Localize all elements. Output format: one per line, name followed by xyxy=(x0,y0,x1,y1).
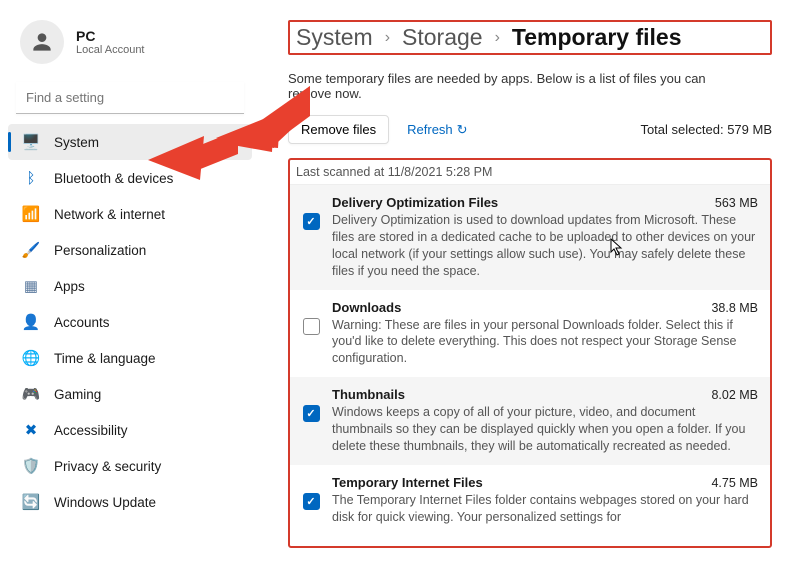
sidebar-item-system[interactable]: 🖥️ System xyxy=(8,124,252,160)
person-icon xyxy=(29,29,55,55)
sidebar-item-network-internet[interactable]: 📶 Network & internet xyxy=(8,196,252,232)
sidebar-item-apps[interactable]: ▦ Apps xyxy=(8,268,252,304)
nav-icon: 🎮 xyxy=(22,385,40,403)
file-row: ✓ Delivery Optimization Files 563 MB Delive… xyxy=(290,185,770,290)
nav-icon: ᛒ xyxy=(22,169,40,187)
file-title: Downloads xyxy=(332,300,401,315)
file-desc: Windows keeps a copy of all of your pict… xyxy=(332,404,758,455)
sidebar: PC Local Account 🖥️ System ᛒ Bluetooth & de… xyxy=(0,0,260,561)
actions-bar: Remove files Refresh ↻ Total selected: 5… xyxy=(288,115,772,144)
profile-name: PC xyxy=(76,28,145,44)
nav-icon: ▦ xyxy=(22,277,40,295)
search-input[interactable] xyxy=(16,82,244,114)
sidebar-item-personalization[interactable]: 🖌️ Personalization xyxy=(8,232,252,268)
file-desc: Warning: These are files in your persona… xyxy=(332,317,758,368)
nav-icon: 🌐 xyxy=(22,349,40,367)
file-row: ✓ Thumbnails 8.02 MB Windows keeps a copy o… xyxy=(290,377,770,465)
file-checkbox[interactable] xyxy=(303,318,320,335)
file-checkbox[interactable]: ✓ xyxy=(303,213,320,230)
profile-block[interactable]: PC Local Account xyxy=(8,12,252,78)
file-desc: Delivery Optimization is used to downloa… xyxy=(332,212,758,280)
chevron-right-icon: › xyxy=(385,29,390,47)
sidebar-item-label: Privacy & security xyxy=(54,459,161,474)
sidebar-item-label: Windows Update xyxy=(54,495,156,510)
sidebar-item-label: Accounts xyxy=(54,315,110,330)
sidebar-item-label: Bluetooth & devices xyxy=(54,171,173,186)
nav-icon: 🖥️ xyxy=(22,133,40,151)
file-size: 8.02 MB xyxy=(711,388,758,402)
page-description: Some temporary files are needed by apps.… xyxy=(288,71,708,101)
sidebar-item-windows-update[interactable]: 🔄 Windows Update xyxy=(8,484,252,520)
refresh-label: Refresh xyxy=(407,122,453,137)
sidebar-item-accessibility[interactable]: ✖ Accessibility xyxy=(8,412,252,448)
breadcrumb: System › Storage › Temporary files xyxy=(288,20,772,55)
sidebar-item-label: Apps xyxy=(54,279,85,294)
file-size: 563 MB xyxy=(715,196,758,210)
refresh-icon: ↻ xyxy=(457,122,468,138)
nav-icon: ✖ xyxy=(22,421,40,439)
file-checkbox[interactable]: ✓ xyxy=(303,493,320,510)
main-panel: System › Storage › Temporary files Some … xyxy=(260,0,788,561)
avatar xyxy=(20,20,64,64)
nav-list: 🖥️ System ᛒ Bluetooth & devices 📶 Network & i… xyxy=(8,124,252,520)
file-size: 4.75 MB xyxy=(711,476,758,490)
refresh-button[interactable]: Refresh ↻ xyxy=(407,122,467,138)
nav-icon: 👤 xyxy=(22,313,40,331)
file-row: Downloads 38.8 MB Warning: These are files… xyxy=(290,290,770,378)
remove-files-button[interactable]: Remove files xyxy=(288,115,389,144)
sidebar-item-accounts[interactable]: 👤 Accounts xyxy=(8,304,252,340)
file-row: ✓ Temporary Internet Files 4.75 MB The Temp… xyxy=(290,465,770,536)
breadcrumb-storage[interactable]: Storage xyxy=(402,24,483,51)
file-desc: The Temporary Internet Files folder cont… xyxy=(332,492,758,526)
breadcrumb-system[interactable]: System xyxy=(296,24,373,51)
sidebar-item-label: System xyxy=(54,135,99,150)
nav-icon: 📶 xyxy=(22,205,40,223)
profile-sub: Local Account xyxy=(76,44,145,56)
sidebar-item-bluetooth-devices[interactable]: ᛒ Bluetooth & devices xyxy=(8,160,252,196)
sidebar-item-privacy-security[interactable]: 🛡️ Privacy & security xyxy=(8,448,252,484)
sidebar-item-label: Network & internet xyxy=(54,207,165,222)
chevron-right-icon: › xyxy=(495,29,500,47)
sidebar-item-label: Accessibility xyxy=(54,423,128,438)
breadcrumb-current: Temporary files xyxy=(512,24,682,51)
nav-icon: 🖌️ xyxy=(22,241,40,259)
nav-icon: 🔄 xyxy=(22,493,40,511)
total-selected: Total selected: 579 MB xyxy=(640,122,772,137)
sidebar-item-label: Time & language xyxy=(54,351,156,366)
sidebar-item-time-language[interactable]: 🌐 Time & language xyxy=(8,340,252,376)
sidebar-item-gaming[interactable]: 🎮 Gaming xyxy=(8,376,252,412)
file-size: 38.8 MB xyxy=(711,301,758,315)
nav-icon: 🛡️ xyxy=(22,457,40,475)
file-title: Temporary Internet Files xyxy=(332,475,483,490)
sidebar-item-label: Gaming xyxy=(54,387,101,402)
last-scanned: Last scanned at 11/8/2021 5:28 PM xyxy=(290,160,770,185)
file-list: Last scanned at 11/8/2021 5:28 PM ✓ Deliv… xyxy=(288,158,772,548)
sidebar-item-label: Personalization xyxy=(54,243,146,258)
file-title: Delivery Optimization Files xyxy=(332,195,498,210)
file-title: Thumbnails xyxy=(332,387,405,402)
file-checkbox[interactable]: ✓ xyxy=(303,405,320,422)
